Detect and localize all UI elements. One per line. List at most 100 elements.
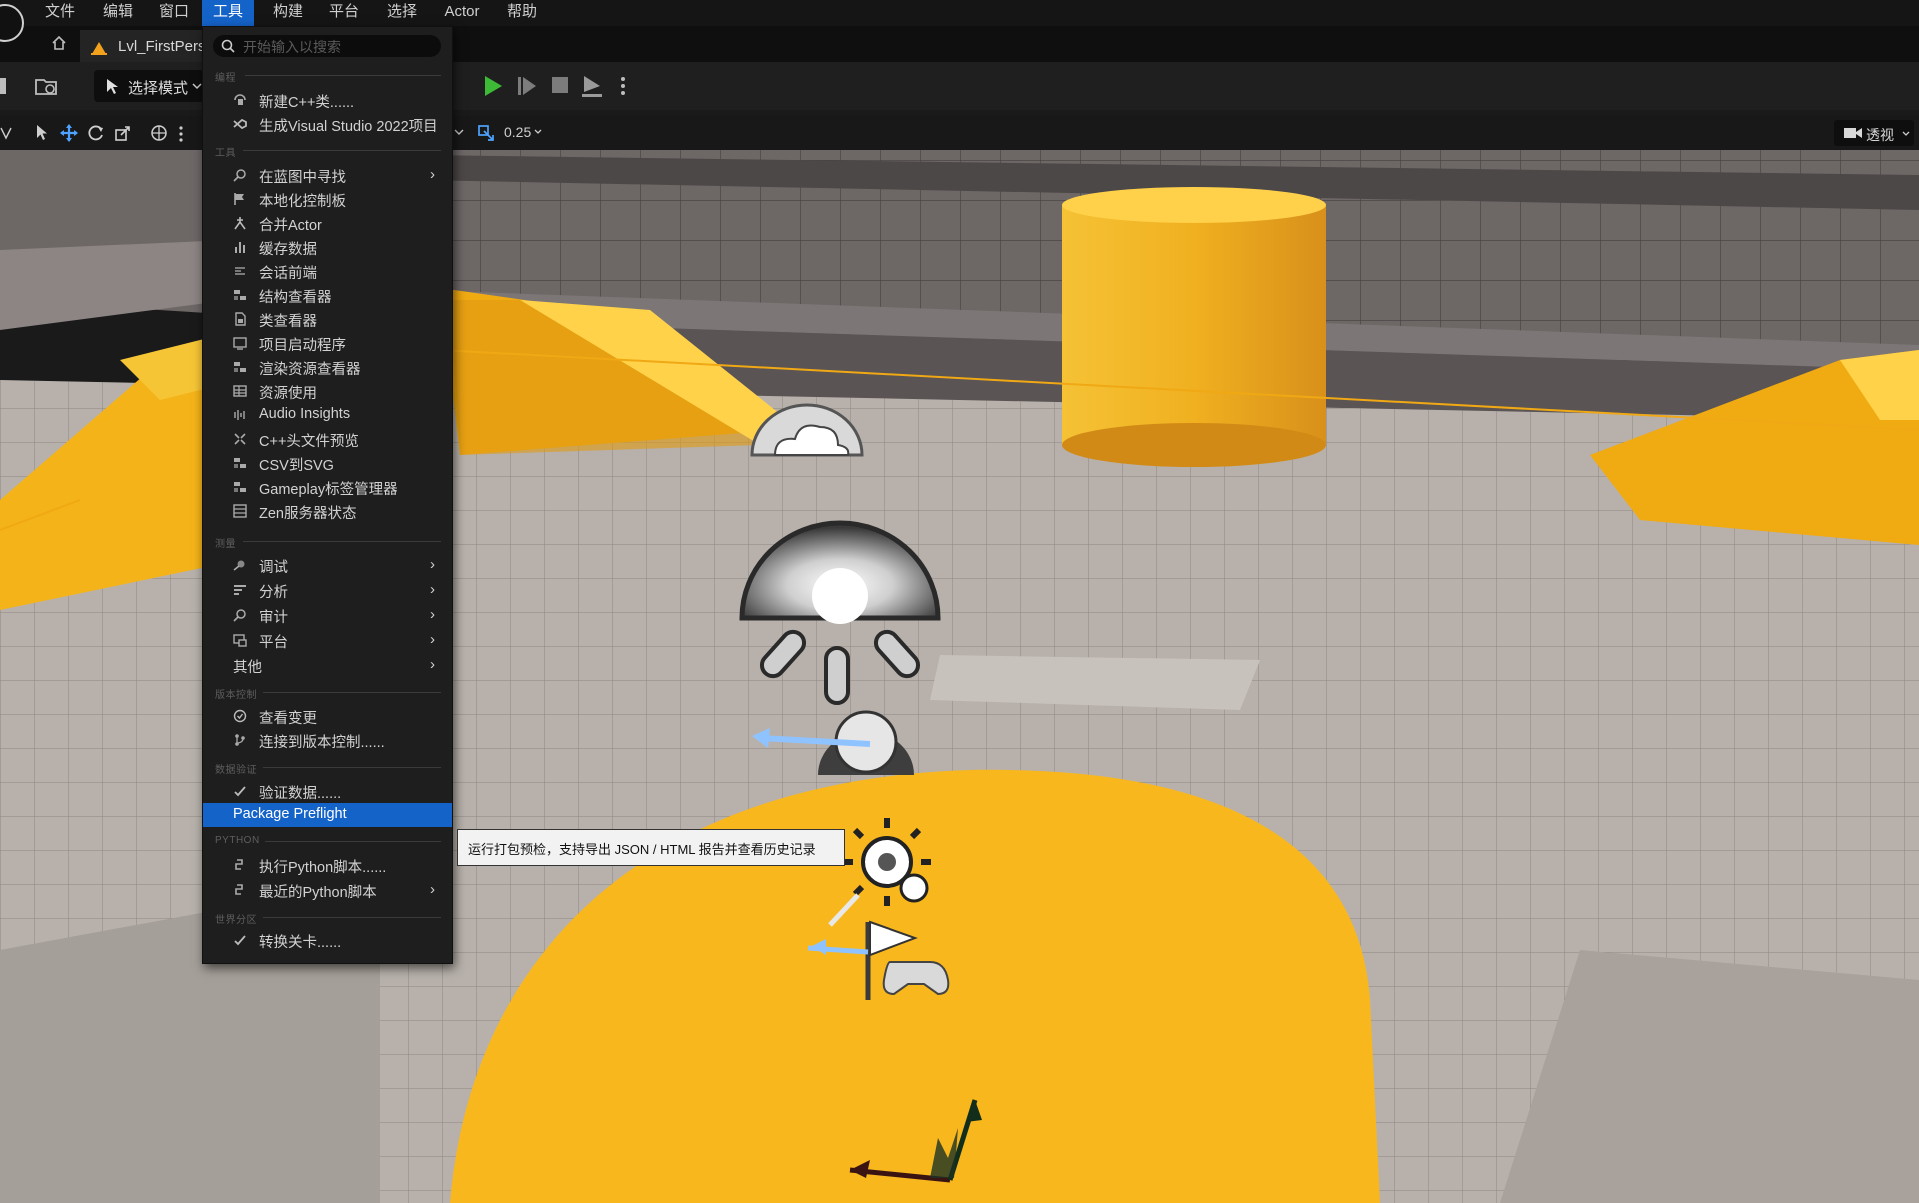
menu-item-view-changes[interactable]: 查看变更 bbox=[203, 704, 452, 728]
chevron-down-icon[interactable] bbox=[534, 128, 542, 136]
stop-icon[interactable] bbox=[550, 75, 570, 95]
menu-item-render-resource-viewer[interactable]: 渲染资源查看器 bbox=[203, 355, 452, 379]
menu-item-find-in-blueprints[interactable]: 在蓝图中寻找 › bbox=[203, 163, 452, 187]
platform-icon bbox=[233, 634, 247, 647]
menu-item-label: 在蓝图中寻找 bbox=[259, 170, 346, 186]
menu-select[interactable]: 选择 bbox=[380, 0, 424, 26]
table-icon bbox=[233, 385, 247, 397]
viewport-more-icon[interactable] bbox=[178, 125, 184, 143]
rotate-tool-icon[interactable] bbox=[87, 124, 105, 142]
menu-help[interactable]: 帮助 bbox=[500, 0, 544, 26]
eject-icon[interactable] bbox=[580, 73, 604, 99]
struct-icon bbox=[234, 290, 246, 300]
advance-frame-icon[interactable] bbox=[516, 74, 538, 98]
menu-actor[interactable]: Actor bbox=[438, 0, 486, 26]
visual-studio-icon bbox=[233, 118, 247, 130]
menu-item-new-cpp-class[interactable]: 新建C++类...... bbox=[203, 88, 452, 112]
menu-item-label: 新建C++类...... bbox=[259, 95, 355, 111]
play-icon[interactable] bbox=[482, 74, 504, 98]
menu-item-csv-to-svg[interactable]: CSV到SVG bbox=[203, 451, 452, 475]
menu-item-resource-usage[interactable]: 资源使用 bbox=[203, 379, 452, 403]
menu-item-localization-dashboard[interactable]: 本地化控制板 bbox=[203, 187, 452, 211]
search-icon bbox=[221, 39, 235, 53]
submenu-arrow-icon: › bbox=[430, 556, 435, 573]
check-circle-icon bbox=[233, 709, 247, 723]
menu-item-execute-python[interactable]: 执行Python脚本...... bbox=[203, 853, 452, 877]
menu-item-zen-server-status[interactable]: Zen服务器状态 bbox=[203, 499, 452, 523]
selection-mode-button[interactable]: 选择模式 bbox=[94, 70, 204, 102]
menu-item-struct-viewer[interactable]: 结构查看器 bbox=[203, 283, 452, 307]
menu-item-session-frontend[interactable]: 会话前端 bbox=[203, 259, 452, 283]
menu-item-cpp-header-preview[interactable]: C++头文件预览 bbox=[203, 427, 452, 451]
section-data-validation: 数据验证 bbox=[215, 765, 257, 776]
menu-file[interactable]: 文件 bbox=[38, 0, 82, 26]
menu-item-label: 查看变更 bbox=[259, 711, 317, 727]
chevron-down-icon[interactable] bbox=[454, 127, 464, 137]
scale-snap-value[interactable]: 0.25 bbox=[504, 124, 531, 140]
menu-item-label: C++头文件预览 bbox=[259, 434, 359, 450]
level-tab[interactable]: Lvl_FirstPerson bbox=[80, 30, 202, 64]
separator bbox=[263, 767, 441, 768]
menu-item-gen-vs-project[interactable]: 生成Visual Studio 2022项目 bbox=[203, 112, 452, 136]
camera-icon bbox=[1844, 128, 1862, 138]
menu-item-audio-insights[interactable]: Audio Insights bbox=[203, 403, 452, 427]
menu-item-label: 连接到版本控制...... bbox=[259, 735, 385, 751]
scale-tool-icon[interactable] bbox=[114, 124, 132, 142]
tools-dropdown-menu: 编程 新建C++类...... 生成Visual Studio 2022项目 工… bbox=[202, 26, 453, 964]
section-world-partition: 世界分区 bbox=[215, 915, 257, 926]
profile-icon bbox=[234, 585, 246, 595]
level-tab-label: Lvl_FirstPerson bbox=[118, 38, 202, 55]
menu-platforms[interactable]: 平台 bbox=[322, 0, 366, 26]
menu-item-class-viewer[interactable]: 类查看器 bbox=[203, 307, 452, 331]
menu-search-input[interactable] bbox=[241, 36, 435, 58]
menu-item-label: 项目启动程序 bbox=[259, 338, 346, 354]
select-tool-icon[interactable] bbox=[34, 124, 50, 142]
menu-item-project-launcher[interactable]: 项目启动程序 bbox=[203, 331, 452, 355]
launcher-icon bbox=[233, 337, 247, 350]
scale-snap-icon[interactable] bbox=[476, 123, 496, 143]
package-preflight-tooltip: 运行打包预检，支持导出 JSON / HTML 报告并查看历史记录 bbox=[457, 829, 845, 866]
menu-item-cache-data[interactable]: 缓存数据 bbox=[203, 235, 452, 259]
menu-item-label: CSV到SVG bbox=[259, 458, 334, 474]
cursor-icon bbox=[107, 79, 118, 94]
menu-tools[interactable]: 工具 bbox=[202, 0, 254, 26]
menu-item-label: 类查看器 bbox=[259, 314, 317, 330]
menu-item-connect-source-control[interactable]: 连接到版本控制...... bbox=[203, 728, 452, 752]
menu-item-label: Zen服务器状态 bbox=[259, 506, 357, 522]
content-browser-icon[interactable] bbox=[34, 74, 60, 98]
section-tools: 工具 bbox=[215, 148, 236, 159]
menu-item-validate-data[interactable]: 验证数据...... bbox=[203, 779, 452, 803]
home-icon[interactable] bbox=[50, 34, 68, 52]
menu-window[interactable]: 窗口 bbox=[152, 0, 196, 26]
menu-item-convert-level[interactable]: 转换关卡...... bbox=[203, 928, 452, 952]
menu-item-audit[interactable]: 审计 › bbox=[203, 603, 452, 627]
menu-item-label: Audio Insights bbox=[259, 406, 351, 422]
menu-item-package-preflight[interactable]: Package Preflight bbox=[203, 803, 452, 827]
menu-item-recent-python[interactable]: 最近的Python脚本 › bbox=[203, 878, 452, 902]
save-icon[interactable] bbox=[0, 76, 10, 96]
menu-item-label: 生成Visual Studio 2022项目 bbox=[259, 119, 438, 135]
separator bbox=[243, 541, 441, 542]
menu-item-label: 其他 bbox=[233, 660, 262, 676]
menu-item-platform[interactable]: 平台 › bbox=[203, 628, 452, 652]
menu-item-misc[interactable]: 其他 › bbox=[203, 653, 452, 677]
viewport-options-icon[interactable] bbox=[0, 125, 18, 141]
perspective-button[interactable]: 透视 bbox=[1834, 120, 1914, 146]
menu-item-label: 执行Python脚本...... bbox=[259, 860, 387, 876]
submenu-arrow-icon: › bbox=[430, 606, 435, 623]
translate-tool-icon[interactable] bbox=[60, 124, 78, 142]
python-icon bbox=[235, 884, 243, 895]
menu-item-gameplay-tags-manager[interactable]: Gameplay标签管理器 bbox=[203, 475, 452, 499]
section-source-control: 版本控制 bbox=[215, 690, 257, 701]
menu-build[interactable]: 构建 bbox=[266, 0, 310, 26]
menu-item-label: 渲染资源查看器 bbox=[259, 362, 361, 378]
menu-item-debug[interactable]: 调试 › bbox=[203, 553, 452, 577]
submenu-arrow-icon: › bbox=[430, 631, 435, 648]
audio-icon bbox=[234, 410, 245, 420]
menu-item-merge-actors[interactable]: 合并Actor bbox=[203, 211, 452, 235]
menu-item-profile[interactable]: 分析 › bbox=[203, 578, 452, 602]
menu-search-box[interactable] bbox=[213, 35, 441, 58]
menu-edit[interactable]: 编辑 bbox=[96, 0, 140, 26]
more-options-icon[interactable] bbox=[620, 76, 626, 96]
world-local-icon[interactable] bbox=[150, 124, 168, 142]
